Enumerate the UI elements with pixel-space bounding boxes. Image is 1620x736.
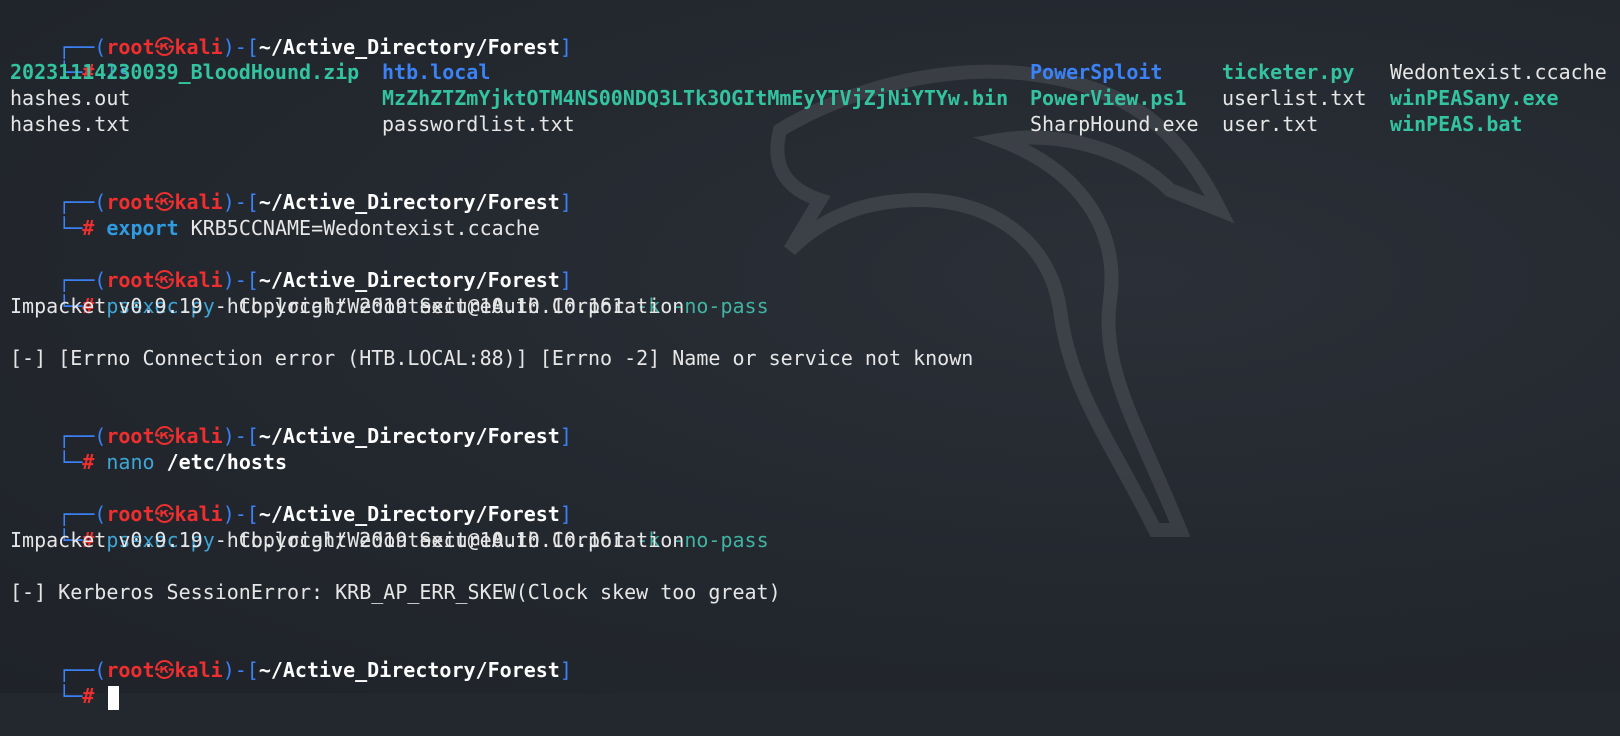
list-item: hashes.txt — [10, 112, 131, 136]
prompt-header: ┌──(root㉿kali)-[~/Active_Directory/Fores… — [58, 658, 572, 682]
list-item: PowerView.ps1 — [1030, 86, 1187, 110]
list-item: userlist.txt — [1222, 86, 1367, 110]
command-input[interactable]: └─# — [10, 657, 120, 710]
list-item: MzZhZTZmYjktOTM4NS00NDQ3LTk3OGItMmEyYTVj… — [382, 86, 1009, 110]
list-item: winPEAS.bat — [1390, 112, 1523, 136]
prompt-header: ┌──(root㉿kali)-[~/Active_Directory/Fores… — [58, 190, 572, 214]
output-line: Impacket v0.9.19 - Copyright 2019 Secure… — [10, 294, 685, 318]
list-item: Wedontexist.ccache — [1390, 60, 1607, 84]
error-line: [-] Kerberos SessionError: KRB_AP_ERR_SK… — [10, 580, 781, 604]
kali-skull-icon: ㉿ — [154, 35, 175, 59]
terminal-window[interactable]: ┌──(root㉿kali)-[~/Active_Directory/Fores… — [0, 0, 1620, 710]
list-item: htb.local — [382, 60, 491, 84]
list-item: winPEASany.exe — [1390, 86, 1559, 110]
prompt-header: ┌──(root㉿kali)-[~/Active_Directory/Fores… — [58, 268, 572, 292]
error-line: [-] [Errno Connection error (HTB.LOCAL:8… — [10, 346, 974, 370]
command-line: └─# psexec.py htb.local/Wedontexit@10.10… — [58, 528, 769, 552]
list-item: SharpHound.exe — [1030, 112, 1199, 136]
list-item: passwordlist.txt — [382, 112, 575, 136]
output-line: Impacket v0.9.19 - Copyright 2019 Secure… — [10, 528, 685, 552]
block-cursor — [108, 685, 120, 710]
prompt-header: ┌──(root㉿kali)-[~/Active_Directory/Fores… — [58, 424, 572, 448]
command-line: └─# nano /etc/hosts — [58, 450, 287, 474]
prompt-header: ┌──(root㉿kali)-[~/Active_Directory/Fores… — [58, 502, 572, 526]
command-line: └─# psexec.py htb.local/Wedontexit@10.10… — [58, 294, 769, 318]
list-item: hashes.out — [10, 86, 131, 110]
list-item: ticketer.py — [1222, 60, 1355, 84]
command-line: └─# ls — [58, 60, 131, 84]
prompt-header: ┌──(root㉿kali)-[~/Active_Directory/Fores… — [58, 35, 572, 59]
kali-skull-icon: ㉿ — [154, 658, 175, 682]
list-item: 20231114230039_BloodHound.zip — [10, 60, 360, 84]
list-item: PowerSploit — [1030, 60, 1163, 84]
list-item: user.txt — [1222, 112, 1319, 136]
command-line: └─# export KRB5CCNAME=Wedontexist.ccache — [58, 216, 540, 240]
